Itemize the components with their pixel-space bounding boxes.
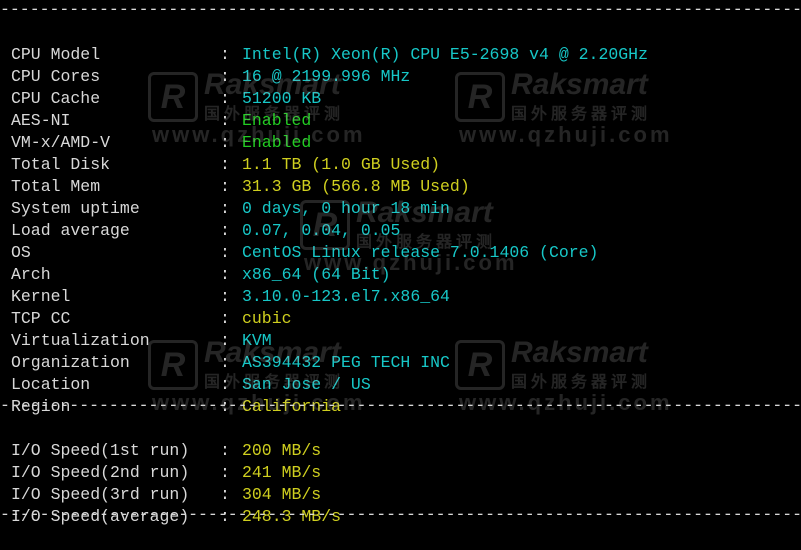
info-row-total-mem: Total Mem:31.3 GB (566.8 MB Used)	[0, 154, 801, 196]
io-row-average: I/O Speed(average):248.3 MB/s	[0, 484, 801, 526]
info-row-organization: Organization: AS394432 PEG TECH INC	[0, 330, 801, 372]
info-row-cpu-cache: CPU Cache:51200 KB	[0, 66, 801, 108]
io-row-1st-run: I/O Speed(1st run):200 MB/s	[0, 418, 801, 460]
terminal-window[interactable]: ----------------------------------------…	[0, 0, 801, 526]
io-row-2nd-run: I/O Speed(2nd run):241 MB/s	[0, 440, 801, 482]
info-row-vm-x: VM-x/AMD-V: Enabled	[0, 110, 801, 152]
info-row-tcp-cc: TCP CC: cubic	[0, 286, 801, 328]
io-row-3rd-run: I/O Speed(3rd run):304 MB/s	[0, 462, 801, 504]
separator-middle: ----------------------------------------…	[0, 396, 801, 415]
info-row-system-uptime: System uptime:0 days, 0 hour 18 min	[0, 176, 801, 218]
separator-bottom: ----------------------------------------…	[0, 505, 801, 524]
info-row-virtualization: Virtualization: KVM	[0, 308, 801, 350]
separator-top: ----------------------------------------…	[0, 0, 801, 19]
info-row-os: OS: CentOS Linux release 7.0.1406 (Core)	[0, 220, 801, 262]
info-row-total-disk: Total Disk:1.1 TB (1.0 GB Used)	[0, 132, 801, 174]
info-row-kernel: Kernel:3.10.0-123.el7.x86_64	[0, 264, 801, 306]
info-row-load-average: Load average:0.07, 0.04, 0.05	[0, 198, 801, 240]
info-row-arch: Arch: x86_64 (64 Bit)	[0, 242, 801, 284]
info-row-cpu-model: CPU Model: Intel(R) Xeon(R) CPU E5-2698 v…	[0, 22, 801, 64]
info-row-cpu-cores: CPU Cores:16 @ 2199.996 MHz	[0, 44, 801, 86]
info-row-location: Location: San Jose / US	[0, 352, 801, 394]
info-row-aes-ni: AES-NI: Enabled	[0, 88, 801, 130]
info-row-region: Region: California	[0, 374, 801, 416]
